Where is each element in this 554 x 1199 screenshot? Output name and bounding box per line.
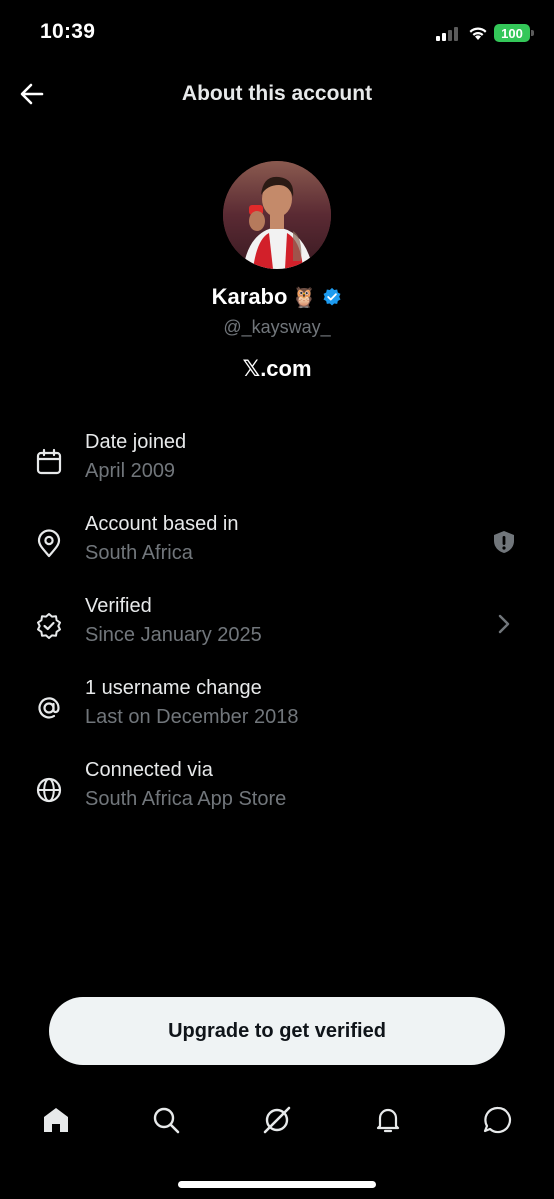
verified-badge-icon[interactable] (322, 287, 342, 307)
shield-alert-icon (494, 531, 514, 553)
avatar-image (223, 161, 331, 269)
bell-icon (376, 1108, 400, 1133)
owl-emoji: 🦉 (291, 286, 317, 309)
status-bar: 10:39 100 (0, 0, 554, 60)
platform-suffix: .com (260, 356, 312, 381)
upgrade-button[interactable]: Upgrade to get verified (49, 997, 505, 1065)
info-verified[interactable]: Verified Since January 2025 (0, 595, 554, 667)
nav-messages[interactable] (476, 1098, 520, 1142)
status-time: 10:39 (40, 20, 96, 43)
wifi-icon (469, 27, 487, 40)
calendar-icon (36, 448, 62, 475)
location-pin-icon (37, 529, 61, 558)
nav-grok[interactable] (255, 1098, 299, 1142)
shield-alert-button[interactable] (488, 526, 520, 558)
page-title: About this account (181, 82, 373, 105)
header: About this account (0, 70, 554, 118)
info-account-based-in: Account based in South Africa (0, 513, 554, 585)
home-indicator[interactable] (178, 1181, 376, 1188)
info-date-joined: Date joined April 2009 (0, 431, 554, 503)
chevron-right-icon (498, 614, 510, 634)
verified-badge-outline-icon (37, 613, 61, 639)
info-subtitle: Since January 2025 (85, 624, 262, 646)
platform-label: 𝕏.com (0, 356, 554, 382)
grok-icon (263, 1106, 291, 1134)
info-subtitle: South Africa (85, 542, 193, 564)
x-logo: 𝕏 (242, 357, 261, 382)
avatar[interactable] (223, 161, 331, 269)
battery-indicator: 100 (494, 24, 530, 42)
bottom-nav (0, 1098, 554, 1142)
info-subtitle: South Africa App Store (85, 788, 287, 810)
info-title: 1 username change (85, 677, 262, 699)
profile-name: Karabo (211, 284, 288, 309)
messages-icon (483, 1106, 512, 1134)
nav-notifications[interactable] (366, 1098, 410, 1142)
nav-search[interactable] (144, 1098, 188, 1142)
search-icon (153, 1107, 180, 1134)
about-account-screen: 10:39 100 About this account Karabo 🦉 @_… (0, 0, 554, 1199)
info-title: Account based in (85, 513, 239, 535)
chevron-right-button[interactable] (488, 608, 520, 640)
profile-handle: @_kaysway_ (223, 317, 331, 337)
info-title: Date joined (85, 431, 187, 453)
globe-icon (36, 777, 62, 803)
info-subtitle: Last on December 2018 (85, 706, 299, 728)
profile-name-row: Karabo 🦉 (0, 284, 554, 310)
battery-tip (531, 30, 534, 36)
info-title: Connected via (85, 759, 213, 781)
info-username-change: 1 username change Last on December 2018 (0, 677, 554, 749)
signal-icon (436, 27, 458, 41)
nav-home[interactable] (34, 1098, 78, 1142)
info-subtitle: April 2009 (85, 460, 176, 482)
home-icon (44, 1108, 68, 1132)
info-title: Verified (85, 595, 152, 617)
info-connected-via: Connected via South Africa App Store (0, 759, 554, 831)
at-sign-icon (38, 697, 60, 719)
